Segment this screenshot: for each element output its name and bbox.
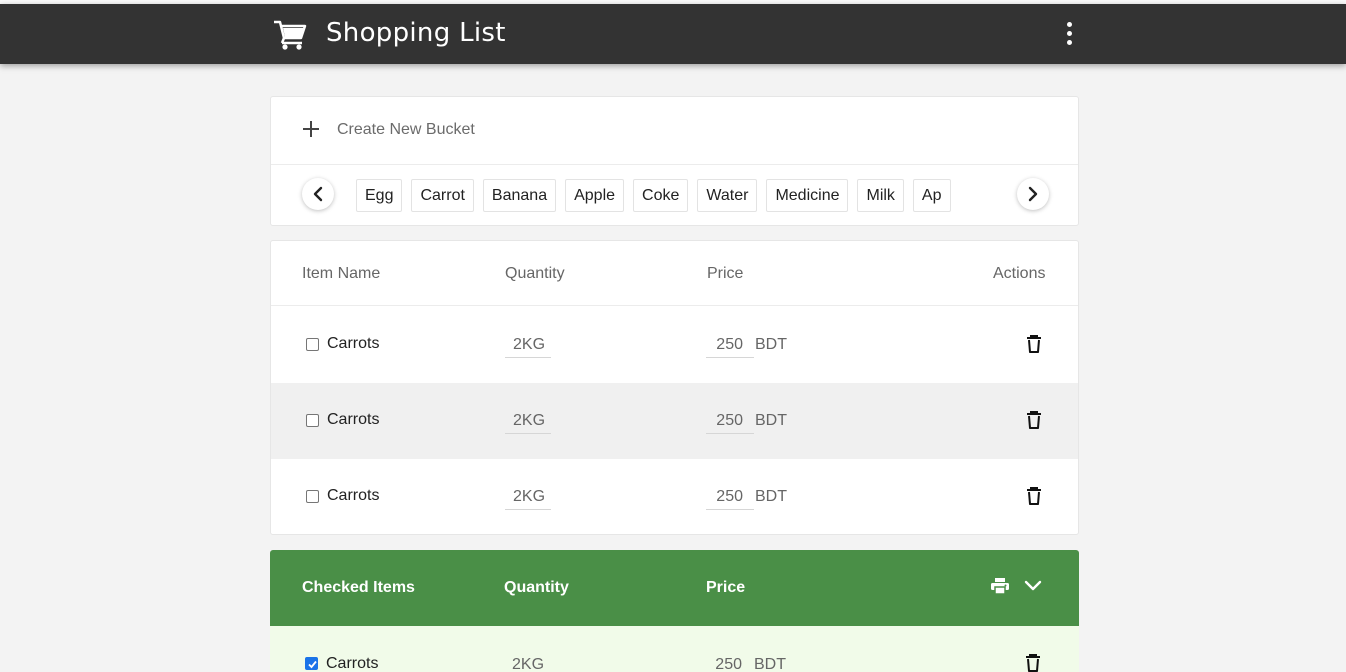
item-name: Carrots: [327, 487, 380, 504]
currency-label: BDT: [755, 488, 787, 505]
app-title: Shopping List: [326, 18, 506, 48]
bucket-chips-bar: Egg Carrot Banana Apple Coke Water Medicine Mil…: [271, 166, 1078, 226]
item-checkbox-checked[interactable]: [305, 657, 318, 670]
chips-next-button[interactable]: [1017, 178, 1049, 210]
item-checkbox[interactable]: [306, 414, 319, 427]
chevron-left-icon: [313, 186, 323, 202]
item-checkbox[interactable]: [306, 338, 319, 351]
trash-icon[interactable]: [1025, 486, 1043, 506]
item-name: Carrots: [327, 411, 380, 428]
item-name: Carrots: [327, 335, 380, 352]
quantity-input[interactable]: 2KG: [504, 653, 550, 672]
header-actions: Actions: [993, 265, 1046, 282]
price-input[interactable]: 250: [705, 653, 753, 672]
bucket-chip-egg[interactable]: Egg: [356, 179, 403, 212]
table-header: Item Name Quantity Price Actions: [271, 241, 1078, 306]
table-row: Carrots 2KG 250 BDT: [271, 459, 1078, 535]
create-bucket-label: Create New Bucket: [337, 121, 475, 138]
more-vertical-icon[interactable]: [1058, 20, 1080, 48]
table-row: Carrots 2KG 250 BDT: [271, 307, 1078, 383]
trash-icon[interactable]: [1024, 653, 1042, 672]
bucket-chip-apple[interactable]: Apple: [565, 179, 625, 212]
currency-label: BDT: [754, 656, 786, 672]
checked-items-section: Checked Items Quantity Price Carrots 2KG…: [270, 550, 1079, 672]
price-input[interactable]: 250: [706, 485, 754, 510]
trash-icon[interactable]: [1025, 410, 1043, 430]
checkmark-icon: [308, 660, 317, 669]
checked-table-row: Carrots 2KG 250 BDT: [270, 626, 1079, 672]
plus-icon: [303, 121, 319, 137]
header-item-name: Item Name: [302, 265, 381, 282]
price-input[interactable]: 250: [706, 409, 754, 434]
quantity-input[interactable]: 2KG: [505, 333, 551, 358]
bucket-chip-banana[interactable]: Banana: [482, 179, 557, 212]
chips-prev-button[interactable]: [302, 178, 334, 210]
quantity-input[interactable]: 2KG: [505, 485, 551, 510]
shopping-list-table: Item Name Quantity Price Actions Carrots…: [270, 240, 1079, 535]
item-checkbox[interactable]: [306, 490, 319, 503]
item-name: Carrots: [326, 655, 379, 672]
chip-track: Egg Carrot Banana Apple Coke Water Medicine Mil…: [356, 179, 993, 213]
bucket-chip-medicine[interactable]: Medicine: [766, 179, 849, 212]
trash-icon[interactable]: [1025, 334, 1043, 354]
bucket-card: Create New Bucket Egg Carrot Banana Apple Co…: [270, 96, 1079, 226]
price-input[interactable]: 250: [706, 333, 754, 358]
bucket-chip-partial[interactable]: Ap: [912, 179, 951, 212]
create-bucket-button[interactable]: Create New Bucket: [271, 97, 1078, 165]
quantity-input[interactable]: 2KG: [505, 409, 551, 434]
cart-icon: [274, 20, 307, 50]
bucket-chip-carrot[interactable]: Carrot: [411, 179, 474, 212]
checked-header-item-name: Checked Items: [302, 579, 415, 596]
print-icon[interactable]: [991, 578, 1009, 594]
currency-label: BDT: [755, 412, 787, 429]
checked-items-header[interactable]: Checked Items Quantity Price: [270, 550, 1079, 626]
header-price: Price: [707, 265, 744, 282]
bucket-chip-water[interactable]: Water: [697, 179, 758, 212]
bucket-chip-coke[interactable]: Coke: [633, 179, 689, 212]
checked-header-price: Price: [706, 579, 746, 596]
chevron-down-icon[interactable]: [1024, 579, 1042, 593]
app-bar: Shopping List: [0, 4, 1346, 64]
checked-header-quantity: Quantity: [504, 579, 569, 596]
chevron-right-icon: [1028, 186, 1038, 202]
table-row: Carrots 2KG 250 BDT: [271, 383, 1078, 459]
bucket-chip-milk[interactable]: Milk: [857, 179, 904, 212]
header-quantity: Quantity: [505, 265, 565, 282]
currency-label: BDT: [755, 336, 787, 353]
